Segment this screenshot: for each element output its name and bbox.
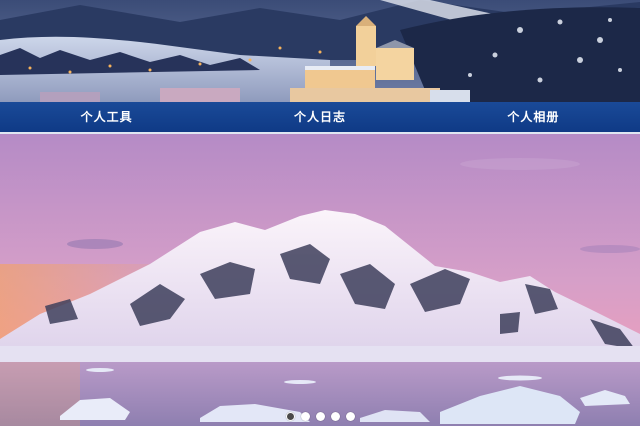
snowy-mountain-slide <box>0 134 640 426</box>
nav-item-personal-tools[interactable]: 个人工具 <box>0 102 213 132</box>
carousel-dot-4[interactable] <box>330 412 340 421</box>
carousel-indicators <box>0 412 640 421</box>
carousel-dot-2[interactable] <box>300 412 310 421</box>
nav-item-personal-album[interactable]: 个人相册 <box>427 102 640 132</box>
carousel-dot-3[interactable] <box>315 412 325 421</box>
snowy-village-scene <box>0 0 640 102</box>
header-banner-image <box>0 0 640 102</box>
main-navbar: 个人工具 个人日志 个人相册 <box>0 102 640 134</box>
carousel-dot-1[interactable] <box>285 412 295 421</box>
nav-item-personal-diary[interactable]: 个人日志 <box>213 102 426 132</box>
image-carousel[interactable] <box>0 134 640 426</box>
carousel-dot-5[interactable] <box>345 412 355 421</box>
